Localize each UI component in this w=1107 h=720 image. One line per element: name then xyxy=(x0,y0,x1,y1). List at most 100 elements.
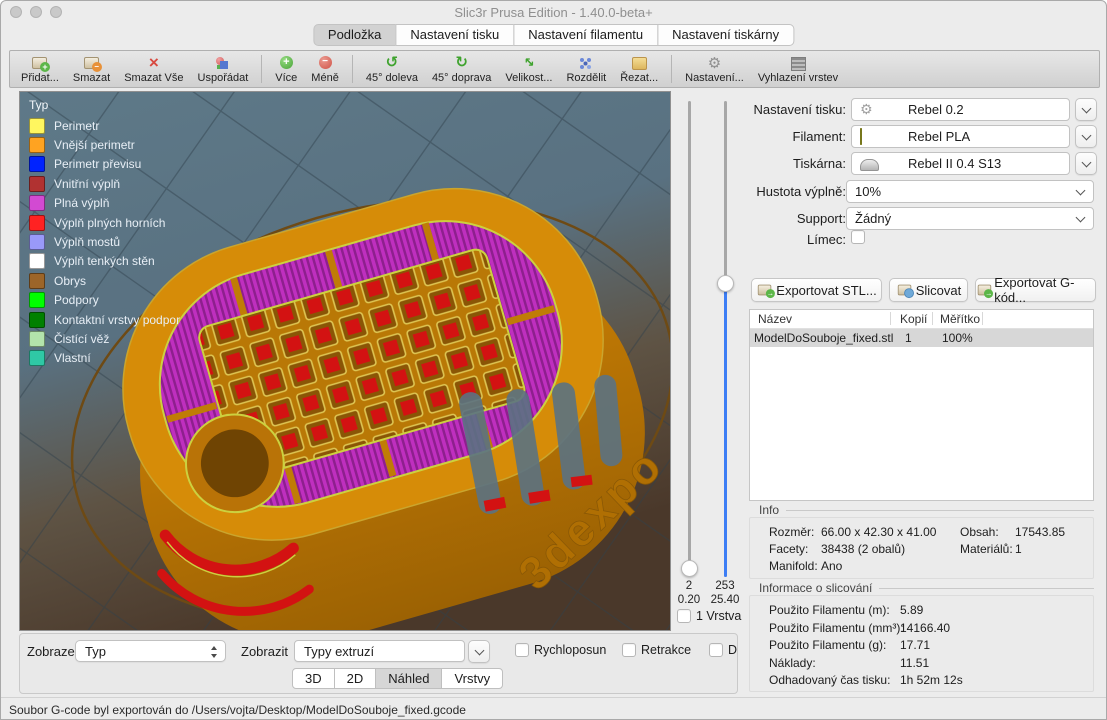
print-time-label: Odhadovaný čas tisku: xyxy=(769,673,890,687)
layer-smoothing-button[interactable]: Vyhlazení vrstev xyxy=(751,51,845,87)
facets-label: Facety: xyxy=(769,542,808,556)
chevron-down-icon xyxy=(1081,157,1091,167)
brim-checkbox[interactable] xyxy=(851,230,865,244)
view-mode-select[interactable]: Typ xyxy=(75,640,226,662)
up-down-chevrons-icon xyxy=(209,645,220,659)
legend-swatch xyxy=(29,176,45,192)
clipped-checkbox[interactable] xyxy=(709,643,723,657)
add-button[interactable]: Přidat... xyxy=(14,51,66,87)
travel-toggle[interactable]: Rychloposun xyxy=(515,643,606,657)
object-scale: 100% xyxy=(942,331,973,345)
tab-podlozka[interactable]: Podložka xyxy=(313,24,396,46)
split-icon xyxy=(577,54,595,72)
filament-m-value: 5.89 xyxy=(900,603,923,617)
chevron-down-icon xyxy=(1081,130,1091,140)
gear-icon xyxy=(860,102,880,118)
rotate-right-icon xyxy=(453,54,471,72)
printer-select[interactable]: Rebel II 0.4 S13 xyxy=(851,152,1070,175)
filament-g-value: 17.71 xyxy=(900,638,930,652)
show-label: Zobrazit xyxy=(241,644,288,659)
facets-value: 38438 (2 obalů) xyxy=(821,542,905,556)
delete-all-button[interactable]: Smazat Vše xyxy=(117,51,190,87)
legend-item: Výplň mostů xyxy=(29,232,180,251)
rotate-left-button[interactable]: 45° doleva xyxy=(359,51,425,87)
column-scale[interactable]: Měřítko xyxy=(940,312,980,326)
view-layers-button[interactable]: Vrstvy xyxy=(441,668,503,689)
export-gcode-icon xyxy=(977,282,992,298)
object-copies: 1 xyxy=(905,331,912,345)
tab-nastaveni-tiskarny[interactable]: Nastavení tiskárny xyxy=(657,24,794,46)
delete-all-icon xyxy=(145,54,163,72)
slider-max-height-value: 25.40 xyxy=(703,594,747,606)
legend-item: Výplň plných horních xyxy=(29,213,180,232)
one-layer-toggle[interactable]: 1 Vrstva xyxy=(677,609,741,623)
column-name[interactable]: Název xyxy=(758,312,792,326)
legend-item: Výplň tenkých stěn xyxy=(29,252,180,271)
layer-slider-min[interactable] xyxy=(679,101,699,577)
show-combo[interactable]: Typy extruzí xyxy=(294,640,465,662)
view-3d-button[interactable]: 3D xyxy=(292,668,335,689)
app-window: Slic3r Prusa Edition - 1.40.0-beta+ Podl… xyxy=(0,0,1107,720)
retractions-toggle[interactable]: Retrakce xyxy=(622,643,691,657)
tab-nastaveni-filamentu[interactable]: Nastavení filamentu xyxy=(513,24,658,46)
delete-button[interactable]: Smazat xyxy=(66,51,117,87)
slider-fill xyxy=(724,289,728,577)
filament-select[interactable]: Rebel PLA xyxy=(851,125,1070,148)
slice-icon xyxy=(897,282,913,298)
cut-icon xyxy=(630,54,648,72)
travel-checkbox[interactable] xyxy=(515,643,529,657)
retractions-checkbox[interactable] xyxy=(622,643,636,657)
filament-m-label: Použito Filamentu (m): xyxy=(769,603,890,617)
chevron-down-icon xyxy=(474,645,484,655)
show-dropdown-button[interactable] xyxy=(468,640,490,663)
status-message: Soubor G-code byl exportován do /Users/v… xyxy=(9,703,466,717)
legend-item: Perimetr xyxy=(29,116,180,135)
chevron-down-icon xyxy=(1081,103,1091,113)
layer-smoothing-icon xyxy=(789,54,807,72)
print-settings-select[interactable]: Rebel 0.2 xyxy=(851,98,1070,121)
extrusion-legend: Typ Perimetr Vnější perimetr Perimetr př… xyxy=(29,98,180,368)
print-time-value: 1h 52m 12s xyxy=(900,673,963,687)
table-row[interactable]: ModelDoSouboje_fixed.stl 1 100% xyxy=(750,329,1093,347)
support-combo[interactable]: Žádný xyxy=(846,207,1094,230)
fewer-copies-button[interactable]: Méně xyxy=(304,51,346,87)
column-copies[interactable]: Kopií xyxy=(900,312,927,326)
one-layer-checkbox[interactable] xyxy=(677,609,691,623)
rotate-right-button[interactable]: 45° doprava xyxy=(425,51,498,87)
infill-density-combo[interactable]: 10% xyxy=(846,180,1094,203)
slider-thumb-max[interactable] xyxy=(717,275,734,292)
slider-track[interactable] xyxy=(688,101,691,577)
view-preview-button[interactable]: Náhled xyxy=(375,668,442,689)
split-button[interactable]: Rozdělit xyxy=(559,51,613,87)
export-stl-icon xyxy=(757,282,773,298)
filament-swatch xyxy=(860,128,862,145)
cut-button[interactable]: Řezat... xyxy=(613,51,665,87)
clipped-toggle[interactable]: De xyxy=(709,643,738,657)
add-box-icon xyxy=(31,54,49,72)
view-2d-button[interactable]: 2D xyxy=(334,668,377,689)
filament-dropdown-button[interactable] xyxy=(1075,125,1097,148)
materials-value: 1 xyxy=(1015,542,1022,556)
chevron-down-icon xyxy=(1076,213,1086,223)
slider-thumb-min[interactable] xyxy=(681,560,698,577)
scale-icon xyxy=(520,54,538,72)
layer-slider-max[interactable] xyxy=(715,101,735,577)
slice-button[interactable]: Slicovat xyxy=(889,278,968,302)
legend-item: Perimetr převisu xyxy=(29,155,180,174)
tab-nastaveni-tisku[interactable]: Nastavení tisku xyxy=(395,24,514,46)
legend-item: Obrys xyxy=(29,271,180,290)
printer-icon xyxy=(860,157,880,171)
printer-dropdown-button[interactable] xyxy=(1075,152,1097,175)
print-settings-dropdown-button[interactable] xyxy=(1075,98,1097,121)
export-stl-button[interactable]: Exportovat STL... xyxy=(751,278,882,302)
object-settings-button[interactable]: Nastavení... xyxy=(678,51,751,87)
scale-button[interactable]: Velikost... xyxy=(498,51,559,87)
printer-label: Tiskárna: xyxy=(749,156,846,171)
export-gcode-button[interactable]: Exportovat G-kód... xyxy=(975,278,1096,302)
chevron-down-icon xyxy=(1076,186,1086,196)
more-copies-button[interactable]: Více xyxy=(268,51,304,87)
size-label: Rozměr: xyxy=(769,525,814,539)
viewport-3d[interactable]: 3dexpo Typ Perimetr Vnější perimetr Peri… xyxy=(19,91,671,631)
view-switcher: 3D 2D Náhled Vrstvy xyxy=(292,668,503,689)
arrange-button[interactable]: Uspořádat xyxy=(191,51,256,87)
